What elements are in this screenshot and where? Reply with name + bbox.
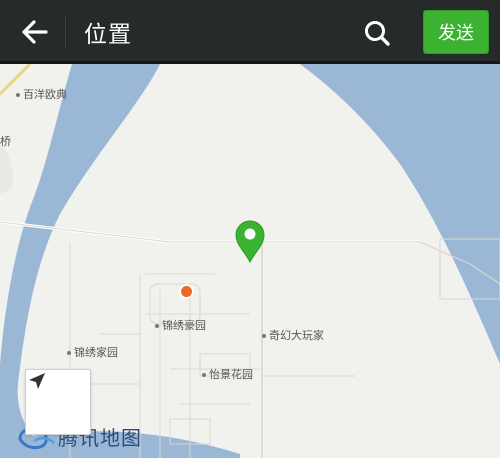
poi-baiyang[interactable]: 百洋欧典 [16, 86, 67, 102]
poi-jinxiu-jiayuan[interactable]: 锦绣家园 [67, 344, 118, 360]
location-pin-icon[interactable] [233, 219, 267, 263]
search-button[interactable] [356, 14, 400, 54]
locate-me-button[interactable] [25, 369, 91, 435]
poi-jinxiu-haoyuan[interactable]: 锦绣豪园 [155, 317, 206, 333]
poi-dot-icon [262, 334, 266, 338]
map-view[interactable]: 百洋欧典 桥 锦绣豪园 奇幻大玩家 锦绣家园 怡景花园 腾讯地图 [0, 64, 500, 458]
page-title: 位置 [84, 22, 132, 48]
poi-dot-icon [155, 324, 159, 328]
poi-dot-icon [16, 93, 20, 97]
poi-dot-icon [202, 373, 206, 377]
current-location-dot [179, 284, 194, 299]
back-arrow-icon [22, 20, 48, 44]
poi-yijing-huayuan[interactable]: 怡景花园 [202, 366, 253, 382]
poi-bridge[interactable]: 桥 [0, 133, 11, 149]
poi-qihuan-dawanjia[interactable]: 奇幻大玩家 [262, 327, 324, 343]
search-icon [365, 21, 390, 46]
header-divider [65, 16, 66, 48]
top-bar: 位置 发送 [0, 0, 500, 64]
back-button[interactable] [8, 12, 54, 52]
navigation-arrow-icon [29, 373, 45, 389]
poi-dot-icon [67, 351, 71, 355]
send-button[interactable]: 发送 [423, 10, 489, 54]
